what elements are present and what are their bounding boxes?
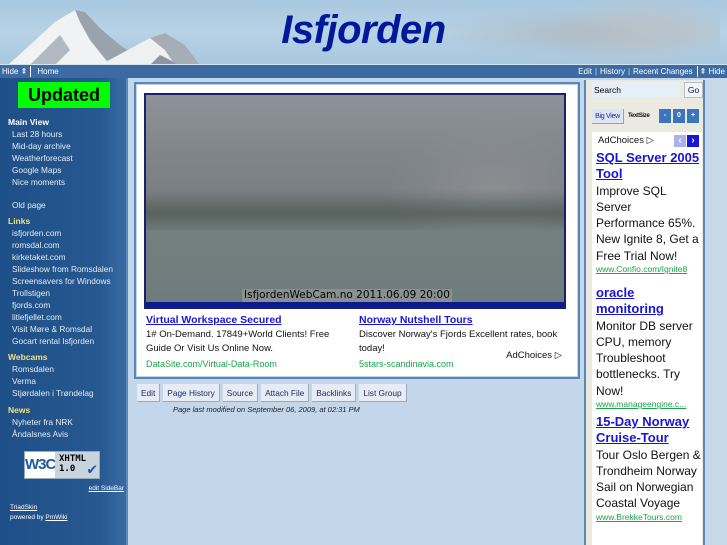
left-sidebar: Updated Main View Last 28 hours Mid-day … — [0, 78, 128, 545]
top-nav-bar: Hide ⇞ Home Edit | History | Recent Changes ⇞ … — [0, 65, 727, 78]
sidebar-link-gocart-rental[interactable]: Gocart rental Isfjorden — [12, 336, 94, 346]
ad-text: Improve SQL Server Performance 65%. New … — [596, 183, 699, 263]
separator: | — [594, 67, 598, 76]
sidebar-link-verma[interactable]: Verma — [12, 376, 36, 386]
main-content-box: IsfjordenWebCam.no 2011.06.09 20:00 Virt… — [134, 82, 580, 379]
text-size-decrease-button[interactable]: - — [659, 109, 671, 123]
big-view-button[interactable]: Big View — [592, 109, 624, 124]
ad-text: Tour Oslo Bergen & Trondheim Norway Sail… — [596, 447, 701, 511]
right-sidebar: Go Big View TextSize - 0 + AdChoices ▷ ‹… — [584, 80, 705, 545]
ad-title-link[interactable]: 15-Day Norway Cruise-Tour — [596, 414, 702, 447]
triadskin-link[interactable]: TriadSkin — [10, 504, 37, 511]
pmwiki-link[interactable]: PmWiki — [45, 514, 67, 521]
separator: | — [627, 67, 631, 76]
sidebar-link-stjordalen[interactable]: Stjørdalen i Trøndelag — [12, 388, 94, 398]
search-go-button[interactable]: Go — [684, 82, 703, 98]
site-title[interactable]: Isfjorden — [0, 8, 727, 53]
xhtml-label: XHTML 1.0 ✔ — [55, 452, 99, 478]
page-actions: Edit Page History Source Attach File Bac… — [137, 384, 407, 402]
chevron-right-icon[interactable]: › — [687, 135, 699, 147]
edit-page-button[interactable]: Edit — [137, 384, 161, 402]
sidebar-heading-links: Links — [8, 216, 31, 226]
ad-title-link[interactable]: Virtual Workspace Secured — [146, 313, 351, 328]
sidebar-link-slideshow[interactable]: Slideshow from Romsdalen — [12, 264, 113, 274]
ad-title-link[interactable]: oracle monitoring — [596, 285, 702, 318]
sidebar-link-andalsnes-avis[interactable]: Åndalsnes Avis — [12, 429, 68, 439]
ad-block: oracle monitoring Monitor DB server CPU,… — [596, 285, 702, 410]
ad-title-link[interactable]: Norway Nutshell Tours — [359, 313, 564, 328]
attach-file-button[interactable]: Attach File — [261, 384, 310, 402]
webcam-timestamp: IsfjordenWebCam.no 2011.06.09 20:00 — [242, 289, 452, 302]
sidebar-link-weatherforecast[interactable]: Weatherforecast — [12, 153, 73, 163]
ad-url-link[interactable]: www.Confio.com/Ignite8 — [596, 264, 702, 275]
list-group-button[interactable]: List Group — [359, 384, 407, 402]
edit-link[interactable]: Edit — [578, 67, 592, 76]
ad-block: SQL Server 2005 Tool Improve SQL Server … — [596, 150, 702, 275]
ad-block: 15-Day Norway Cruise-Tour Tour Oslo Berg… — [596, 414, 702, 523]
ad-url-link[interactable]: www.manageengine.c... — [596, 399, 702, 410]
recent-changes-link[interactable]: Recent Changes — [633, 67, 693, 76]
page-history-button[interactable]: Page History — [163, 384, 220, 402]
ad-url-link[interactable]: www.BrekkeTours.com — [596, 512, 702, 523]
sidebar-heading-news: News — [8, 405, 31, 415]
edit-sidebar-link[interactable]: edit SideBar — [89, 485, 124, 492]
hide-right-sidebar-toggle[interactable]: ⇞ Hide — [700, 67, 725, 76]
image-bottom-bar — [146, 302, 564, 307]
w3c-xhtml-badge[interactable]: W3C XHTML 1.0 ✔ — [24, 451, 100, 479]
search-input[interactable] — [592, 82, 680, 98]
sidebar-link-romsdal[interactable]: romsdal.com — [12, 240, 60, 250]
sidebar-link-litlefjellet[interactable]: litlefjellet.com — [12, 312, 62, 322]
ad-title-link[interactable]: SQL Server 2005 Tool — [596, 150, 702, 183]
site-header: Isfjorden — [0, 0, 727, 65]
powered-by-label: powered by — [10, 514, 44, 521]
ad-text: Monitor DB server CPU, memory Troublesho… — [596, 318, 693, 398]
sidebar-link-visit-more-romsdal[interactable]: Visit Møre & Romsdal — [12, 324, 92, 334]
sidebar-link-nice-moments[interactable]: Nice moments — [12, 177, 65, 187]
last-modified-text: Page last modified on September 06, 2009… — [173, 405, 360, 414]
checkmark-icon: ✔ — [87, 459, 97, 478]
w3c-logo: W3C — [25, 456, 56, 473]
sidebar-link-mid-day-archive[interactable]: Mid-day archive — [12, 141, 71, 151]
ad-panel: AdChoices ▷ ‹ › SQL Server 2005 Tool Imp… — [592, 132, 702, 545]
ad-text: 1# On-Demand. 17849+World Clients! Free … — [146, 328, 330, 355]
adchoices-link[interactable]: AdChoices ▷ — [506, 350, 562, 361]
hills — [146, 190, 564, 230]
sidebar-link-kirketaket[interactable]: kirketaket.com — [12, 252, 65, 262]
updated-badge[interactable]: Updated — [18, 82, 110, 108]
sidebar-link-trollstigen[interactable]: Trollstigen — [12, 288, 50, 298]
webcam-image[interactable]: IsfjordenWebCam.no 2011.06.09 20:00 — [144, 93, 566, 309]
text-size-increase-button[interactable]: + — [687, 109, 699, 123]
powered-by: powered by PmWiki — [10, 514, 67, 521]
ad-url-link[interactable]: DataSite.com/Virtual-Data-Room — [146, 357, 351, 367]
hide-left-sidebar-toggle[interactable]: Hide ⇞ — [2, 67, 27, 76]
sidebar-link-last-28-hours[interactable]: Last 28 hours — [12, 129, 62, 139]
sidebar-heading-main-view: Main View — [8, 117, 49, 127]
text-size-label: TextSize — [628, 113, 650, 119]
ad-block: Virtual Workspace Secured 1# On-Demand. … — [146, 313, 351, 367]
sidebar-link-screensavers[interactable]: Screensavers for Windows — [12, 276, 111, 286]
backlinks-button[interactable]: Backlinks — [312, 384, 357, 402]
sidebar-link-nrk[interactable]: Nyheter fra NRK — [12, 417, 73, 427]
adchoices-link[interactable]: AdChoices ▷ — [598, 135, 654, 146]
home-link[interactable]: Home — [37, 67, 58, 76]
chevron-left-icon[interactable]: ‹ — [674, 135, 686, 147]
sidebar-heading-webcams: Webcams — [8, 352, 48, 362]
divider — [696, 66, 698, 78]
right-edge-panel — [705, 78, 727, 545]
history-link[interactable]: History — [600, 67, 625, 76]
sidebar-link-old-page[interactable]: Old page — [12, 200, 46, 210]
sidebar-link-fjords[interactable]: fjords.com — [12, 300, 50, 310]
sidebar-link-romsdalen[interactable]: Romsdalen — [12, 364, 54, 374]
sidebar-link-google-maps[interactable]: Google Maps — [12, 165, 61, 175]
text-size-reset-button[interactable]: 0 — [673, 109, 685, 123]
sidebar-link-isfjorden[interactable]: isfjorden.com — [12, 228, 61, 238]
source-button[interactable]: Source — [222, 384, 259, 402]
divider — [30, 66, 32, 78]
